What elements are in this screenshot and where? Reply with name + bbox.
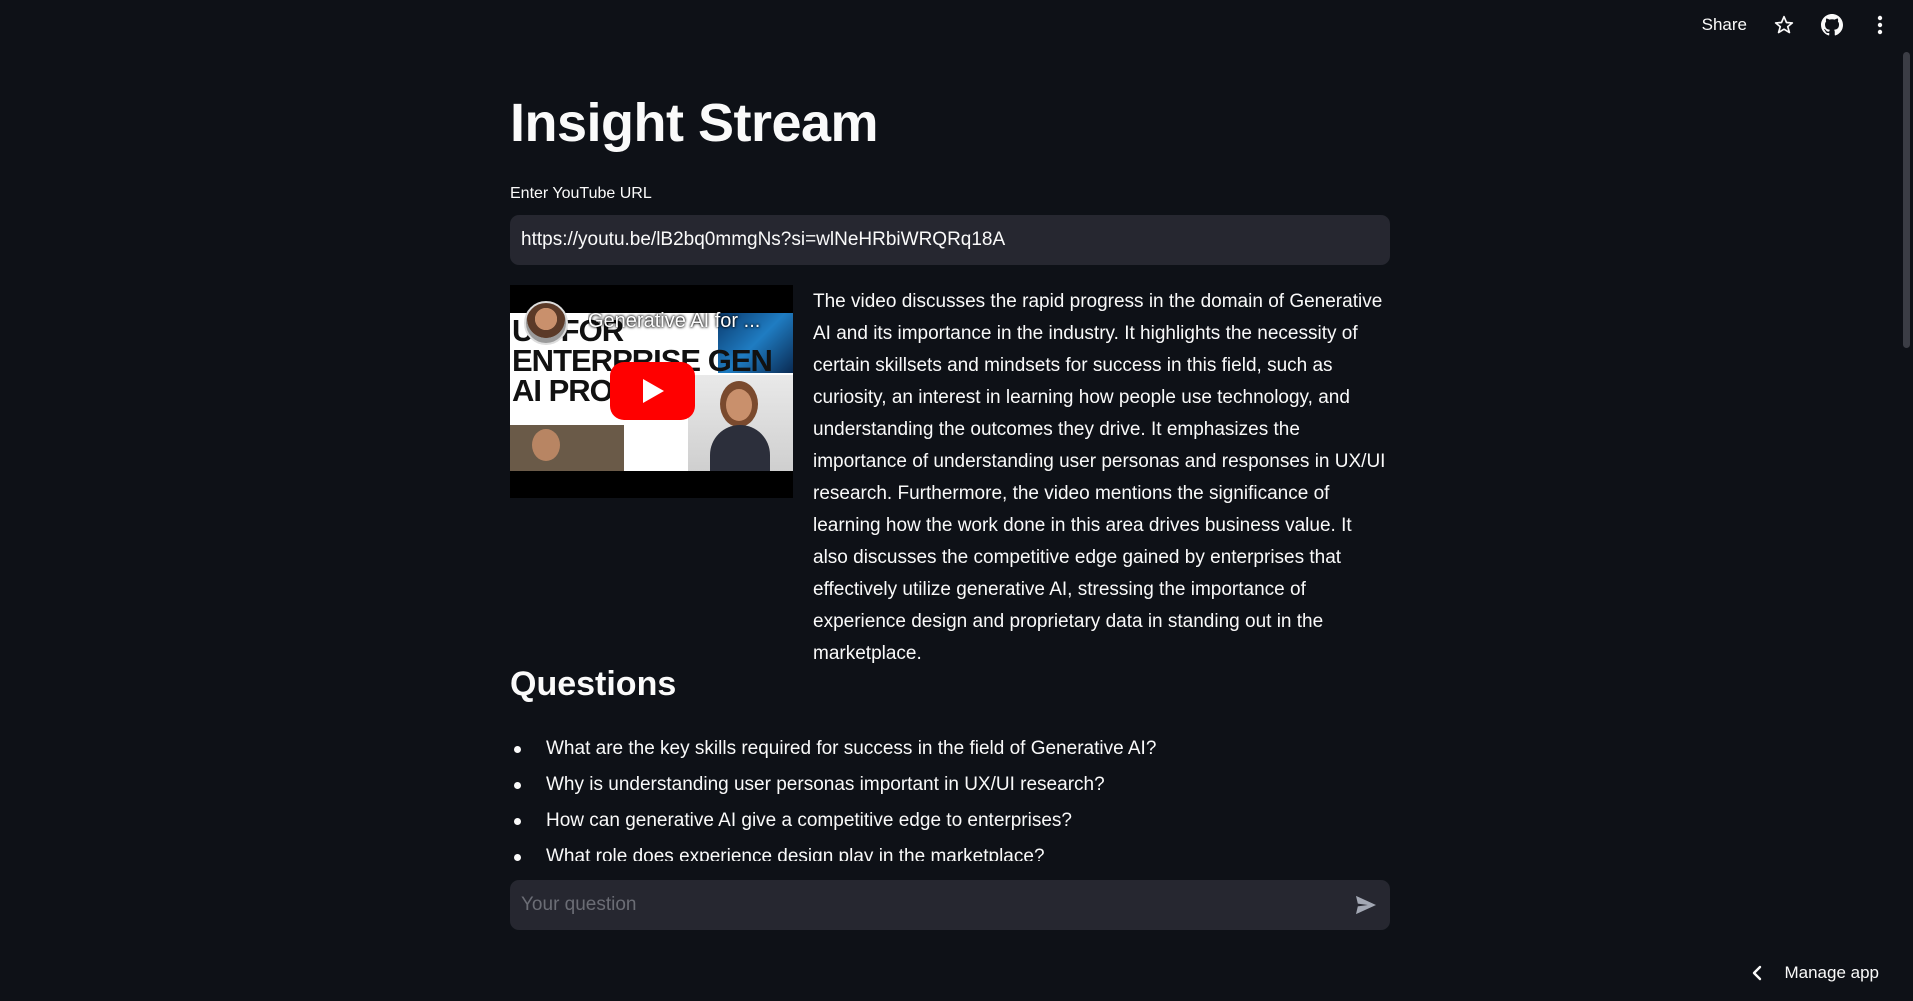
question-item: Why is understanding user personas impor… <box>510 767 1390 803</box>
share-button[interactable]: Share <box>1702 15 1747 35</box>
question-item: What role does experience design play in… <box>510 839 1390 861</box>
thumbnail-guest-image <box>510 425 624 471</box>
page-scrollbar[interactable] <box>1903 52 1910 348</box>
chat-input-container <box>510 880 1390 930</box>
video-title[interactable]: Generative AI for ... <box>588 310 788 333</box>
question-input[interactable] <box>510 880 1342 930</box>
manage-app-label: Manage app <box>1784 963 1879 982</box>
github-icon[interactable] <box>1821 14 1843 36</box>
question-item: How can generative AI give a competitive… <box>510 803 1390 839</box>
video-summary: The video discusses the rapid progress i… <box>813 291 1386 664</box>
chevron-left-icon <box>1753 965 1762 981</box>
channel-avatar[interactable] <box>524 301 568 345</box>
page-title: Insight Stream <box>510 93 879 153</box>
manage-app-button[interactable]: Manage app <box>1752 963 1879 983</box>
question-item: What are the key skills required for suc… <box>510 731 1390 767</box>
star-icon[interactable] <box>1773 14 1795 36</box>
questions-heading: Questions <box>510 665 677 703</box>
play-icon <box>642 379 664 403</box>
play-button[interactable] <box>610 362 695 420</box>
thumbnail-presenter-image <box>688 375 793 471</box>
youtube-url-input[interactable] <box>510 215 1390 265</box>
top-toolbar: Share <box>1702 0 1891 50</box>
url-input-label: Enter YouTube URL <box>510 185 652 202</box>
video-embed[interactable]: UX FOR ENTERPRISE GEN AI PROD Generative… <box>510 285 793 498</box>
more-vertical-icon[interactable] <box>1869 14 1891 36</box>
app-root: Share Insight Stream Enter YouTube URL h… <box>0 0 1913 1001</box>
questions-list: What are the key skills required for suc… <box>510 731 1390 861</box>
send-icon[interactable] <box>1342 880 1390 930</box>
